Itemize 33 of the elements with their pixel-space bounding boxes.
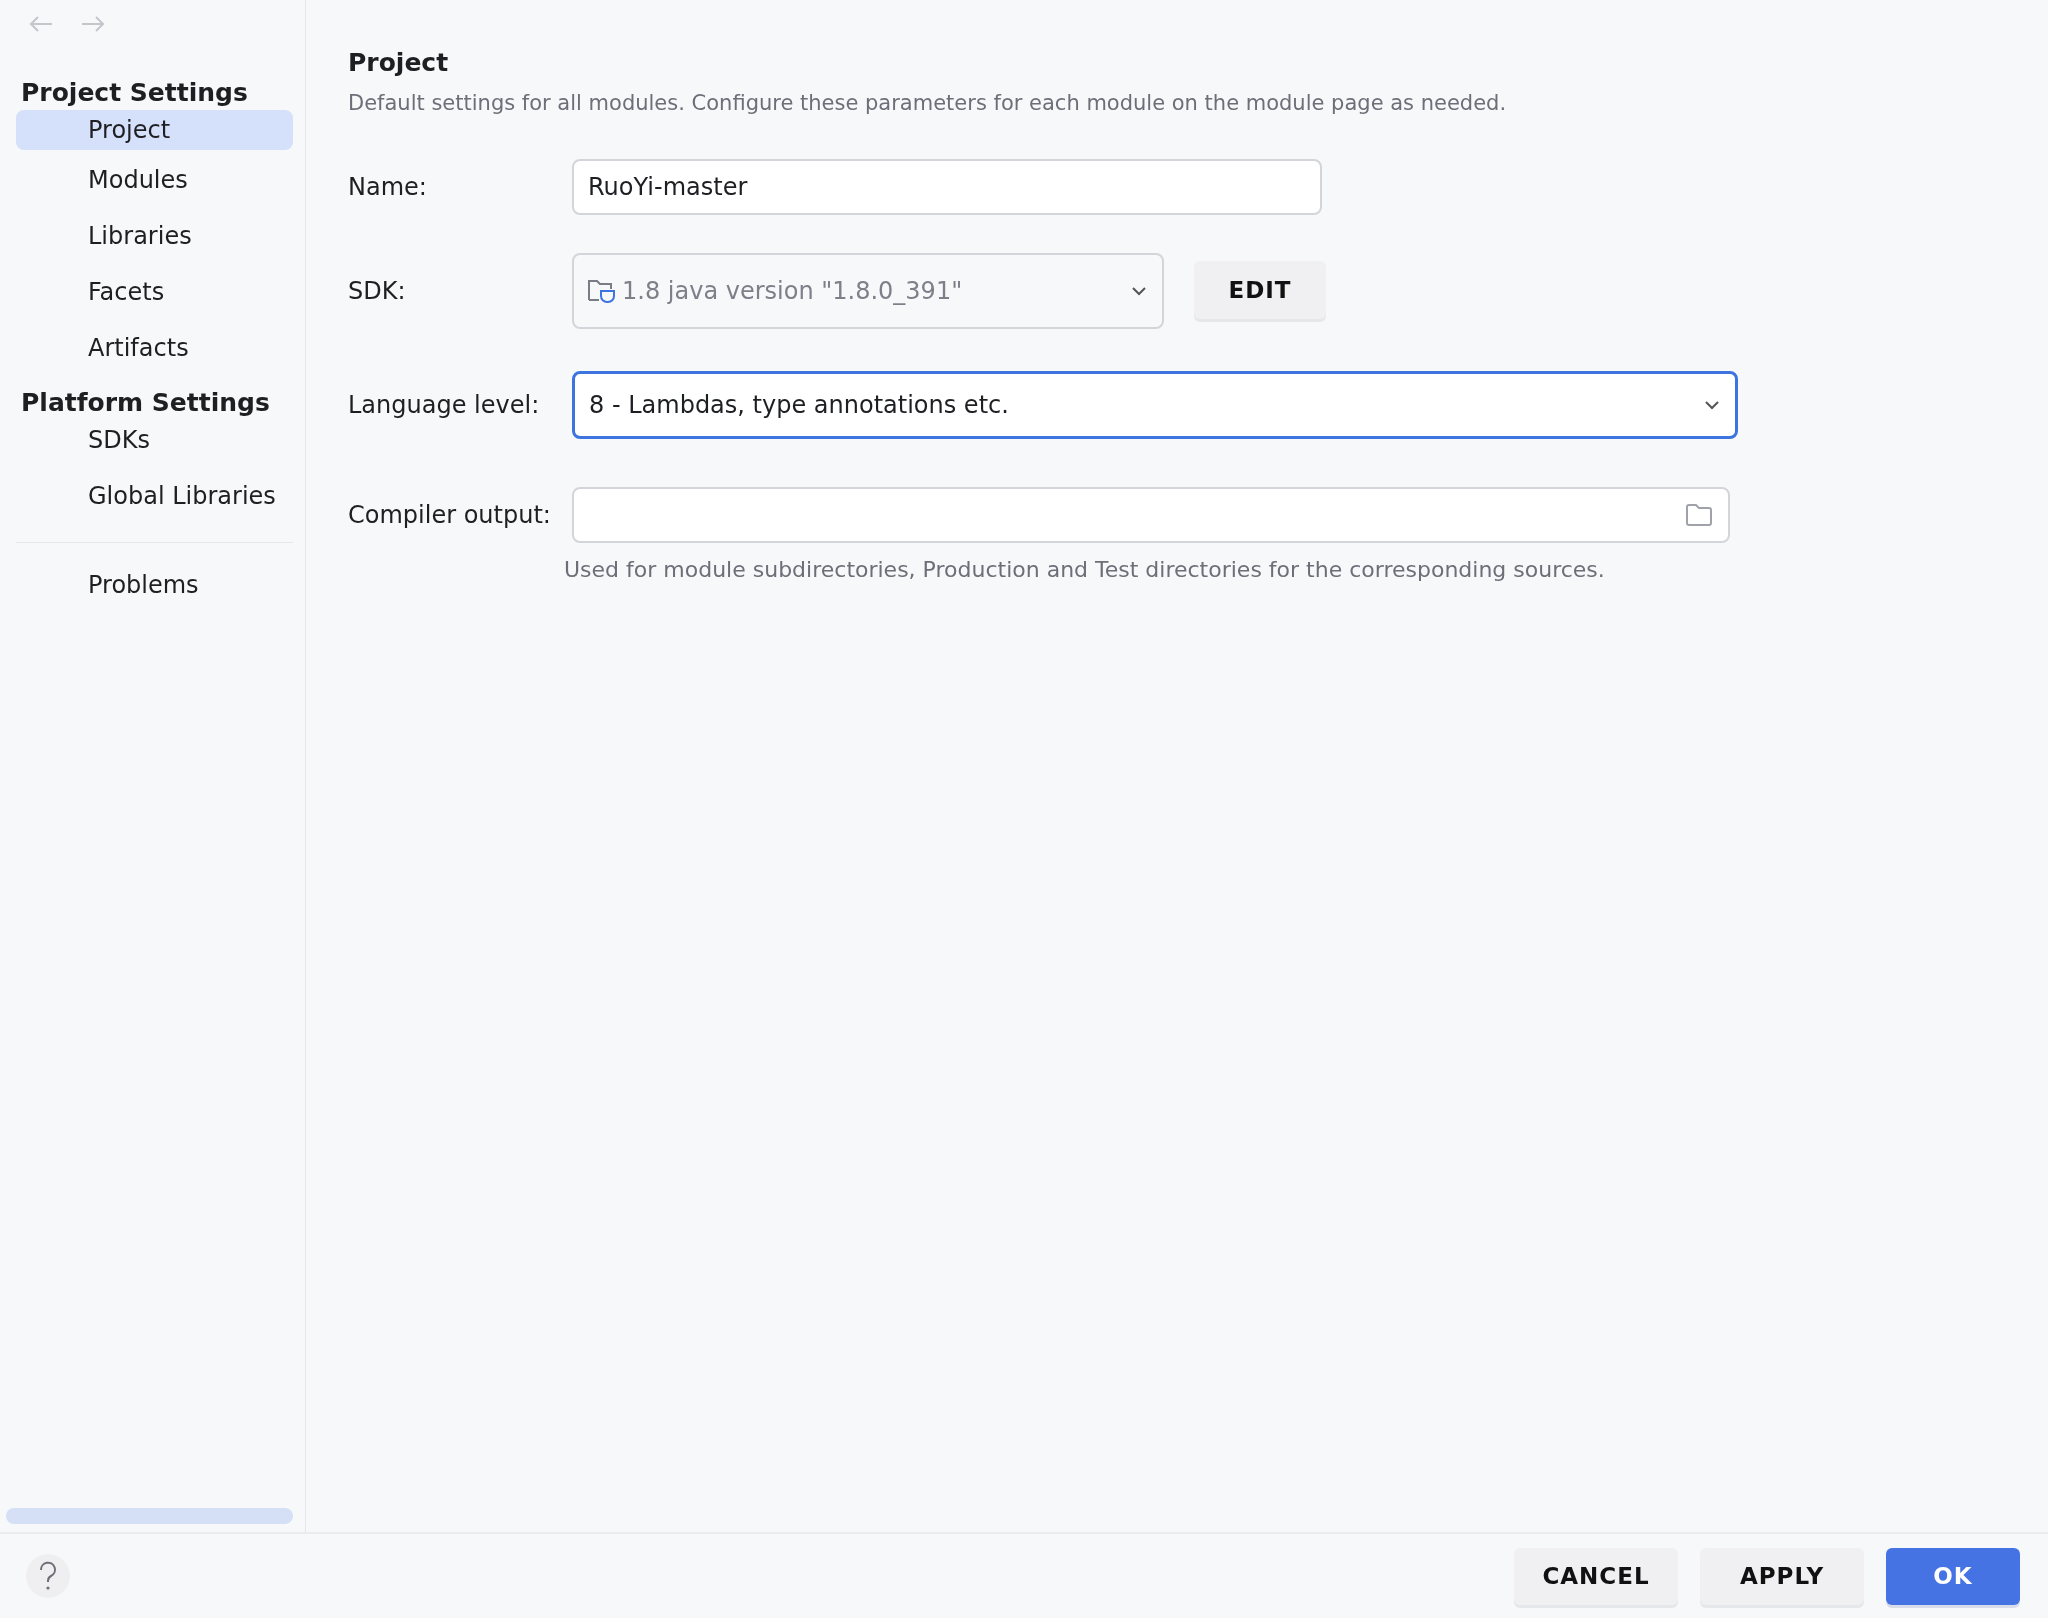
- sdk-dropdown[interactable]: 1.8 java version "1.8.0_391": [572, 253, 1164, 329]
- dialog-button[interactable]: OK: [1886, 1547, 2020, 1605]
- edit-button[interactable]: EDIT: [1194, 261, 1326, 319]
- language-level-dropdown[interactable]: 8 - Lambdas, type annotations etc.: [572, 371, 1738, 439]
- sidebar-section-title: Platform Settings: [20, 387, 271, 419]
- sidebar-item[interactable]: SDKs: [16, 420, 293, 460]
- chevron-down-icon: [1703, 399, 1721, 411]
- field-label: Language level:: [348, 390, 541, 421]
- compiler-output-field[interactable]: [572, 487, 1730, 543]
- help-button[interactable]: [26, 1554, 70, 1598]
- sidebar-item[interactable]: Artifacts: [16, 328, 293, 368]
- sidebar-item[interactable]: Problems: [16, 565, 293, 605]
- back-arrow-icon[interactable]: [28, 14, 54, 34]
- sidebar-section-title: Project Settings: [20, 77, 249, 109]
- dialog-button[interactable]: APPLY: [1700, 1547, 1864, 1605]
- folder-icon[interactable]: [1684, 502, 1714, 528]
- field-label: Name:: [348, 172, 428, 203]
- sidebar-item[interactable]: Libraries: [16, 216, 293, 256]
- field-label: Compiler output:: [348, 500, 552, 531]
- field-hint: Used for module subdirectories, Production and Test directories for the corresponding sources.: [564, 557, 1606, 582]
- dialog-button[interactable]: CANCEL: [1514, 1547, 1678, 1605]
- page-description: Default settings for all modules. Configure these parameters for each module on the module page as needed.: [348, 91, 1508, 115]
- sidebar-item[interactable]: Facets: [16, 272, 293, 312]
- field-label: SDK:: [348, 276, 407, 307]
- page-title: Project: [348, 48, 450, 77]
- sidebar-item[interactable]: Project: [16, 110, 293, 150]
- forward-arrow-icon[interactable]: [80, 14, 106, 34]
- chevron-down-icon: [1130, 285, 1148, 297]
- sidebar-item[interactable]: Global Libraries: [16, 476, 293, 516]
- name-field[interactable]: RuoYi-master: [572, 159, 1322, 215]
- sidebar-item[interactable]: Modules: [16, 160, 293, 200]
- scrollbar[interactable]: [6, 1508, 293, 1524]
- help-icon: [38, 1561, 58, 1591]
